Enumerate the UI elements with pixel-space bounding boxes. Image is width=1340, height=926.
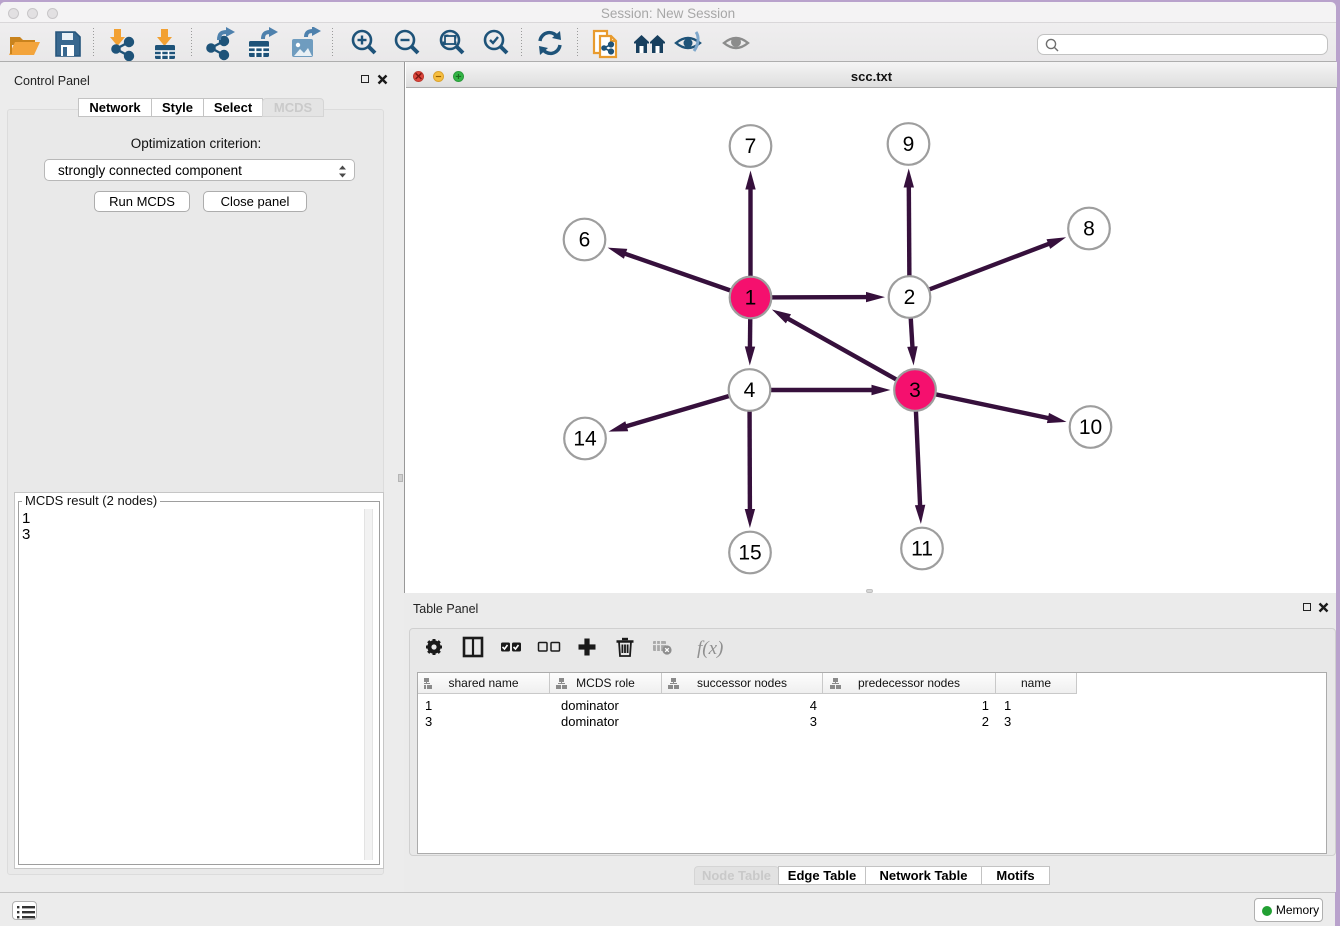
svg-text:14: 14: [573, 427, 597, 450]
svg-text:10: 10: [1079, 416, 1102, 439]
svg-text:9: 9: [903, 133, 915, 156]
svg-text:4: 4: [744, 379, 756, 402]
svg-text:f(x): f(x): [697, 638, 723, 659]
svg-text:3: 3: [909, 379, 921, 402]
svg-text:1: 1: [745, 286, 757, 309]
svg-text:15: 15: [738, 541, 761, 564]
svg-text:11: 11: [911, 537, 933, 560]
svg-text:6: 6: [579, 228, 591, 251]
svg-text:8: 8: [1083, 217, 1095, 240]
svg-text:2: 2: [904, 286, 916, 309]
svg-text:7: 7: [745, 135, 757, 158]
